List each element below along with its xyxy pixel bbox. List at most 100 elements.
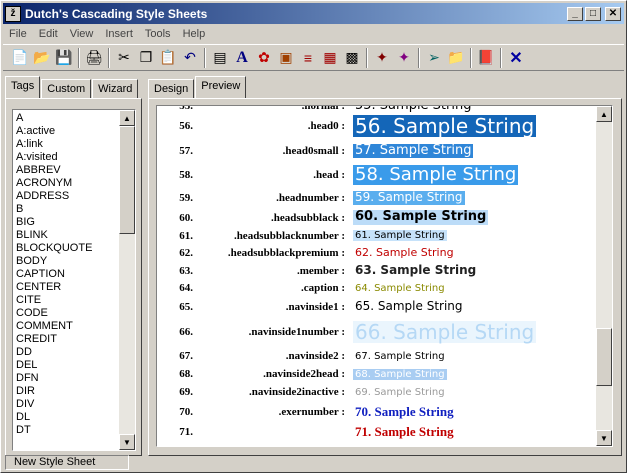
menu-view[interactable]: View: [64, 28, 100, 40]
undo-icon[interactable]: ↶: [179, 47, 201, 69]
list-item[interactable]: A:link: [15, 138, 119, 151]
row-number: 62.: [179, 247, 193, 259]
toolbar-separator: [470, 47, 472, 68]
tab-design[interactable]: Design: [148, 79, 195, 98]
list-item[interactable]: BLOCKQUOTE: [15, 242, 119, 255]
cut-icon[interactable]: ✂: [113, 47, 135, 69]
preview-row: 67. .navinside2 : 67. Sample String: [157, 347, 594, 365]
list-item[interactable]: DEL: [15, 359, 119, 372]
minimize-button[interactable]: _: [567, 6, 583, 21]
list-item[interactable]: B: [15, 203, 119, 216]
scroll-down-button[interactable]: ▼: [119, 434, 135, 450]
row-number: 55.: [179, 105, 193, 112]
scroll-up-button[interactable]: ▲: [119, 110, 135, 126]
paste-icon[interactable]: 📋: [157, 47, 179, 69]
list-item[interactable]: ADDRESS: [15, 190, 119, 203]
preview-row: 65. .navinside1 : 65. Sample String: [157, 297, 594, 317]
row-number: 60.: [179, 211, 193, 224]
list-item[interactable]: BIG: [15, 216, 119, 229]
scroll-thumb[interactable]: [596, 328, 612, 386]
list-item[interactable]: DD: [15, 346, 119, 359]
open-icon[interactable]: 📂: [31, 47, 53, 69]
preview-pane[interactable]: 55. .normal : 55. Sample String 56. .head0 :…: [156, 105, 613, 447]
scroll-down-button[interactable]: ▼: [596, 430, 612, 446]
list-item[interactable]: A: [15, 112, 119, 125]
list-item[interactable]: CREDIT: [15, 333, 119, 346]
sample-string: 67. Sample String: [355, 350, 445, 362]
sample-string: 57. Sample String: [353, 142, 474, 159]
list-item[interactable]: ACRONYM: [15, 177, 119, 190]
page-icon[interactable]: ▤: [209, 47, 231, 69]
list-item[interactable]: DT: [15, 424, 119, 437]
sample-string: 59. Sample String: [353, 190, 465, 205]
tab-preview[interactable]: Preview: [195, 76, 247, 98]
print-icon[interactable]: 🖨: [83, 47, 105, 69]
tab-custom[interactable]: Custom: [41, 79, 92, 98]
preview-row: 69. .navinside2inactive : 69. Sample Strin…: [157, 383, 594, 401]
font-icon[interactable]: A: [231, 47, 253, 69]
tab-wizard[interactable]: Wizard: [92, 79, 139, 98]
list-item[interactable]: BLINK: [15, 229, 119, 242]
position-icon[interactable]: ▩: [341, 47, 363, 69]
close-x-icon[interactable]: ✕: [505, 47, 527, 69]
menu-file[interactable]: File: [3, 28, 33, 40]
row-number: 64.: [179, 282, 193, 294]
box-icon[interactable]: ▣: [275, 47, 297, 69]
border-icon[interactable]: ▦: [319, 47, 341, 69]
link-icon[interactable]: ✦: [371, 47, 393, 69]
preview-row: 63. .member : 63. Sample String: [157, 262, 594, 279]
list-item[interactable]: BODY: [15, 255, 119, 268]
list-item[interactable]: CAPTION: [15, 268, 119, 281]
preview-tab-body: 55. .normal : 55. Sample String 56. .head0 :…: [148, 98, 622, 456]
color-icon[interactable]: ✿: [253, 47, 275, 69]
style-class-name: .head0 :: [307, 120, 345, 132]
scroll-thumb[interactable]: [119, 126, 135, 234]
row-number: 61.: [179, 229, 193, 242]
list-item[interactable]: DIR: [15, 385, 119, 398]
menu-insert[interactable]: Insert: [99, 28, 139, 40]
sample-string: 70. Sample String: [355, 403, 454, 419]
save-icon[interactable]: 💾: [53, 47, 75, 69]
list-item[interactable]: CENTER: [15, 281, 119, 294]
indent-icon[interactable]: ≡: [297, 47, 319, 69]
list-item[interactable]: DL: [15, 411, 119, 424]
link2-icon[interactable]: ✦: [393, 47, 415, 69]
cursor-icon[interactable]: ➢: [423, 47, 445, 69]
preview-row: 68. .navinside2head : 68. Sample String: [157, 365, 594, 383]
style-class-name: .headsubblackpremium :: [227, 247, 345, 259]
sample-string: 62. Sample String: [355, 245, 454, 259]
menu-tools[interactable]: Tools: [139, 28, 177, 40]
preview-scrollbar[interactable]: ▲ ▼: [596, 106, 612, 446]
copy-icon[interactable]: ❐: [135, 47, 157, 69]
list-item[interactable]: ABBREV: [15, 164, 119, 177]
row-number: 71.: [179, 426, 193, 438]
list-item[interactable]: CITE: [15, 294, 119, 307]
tag-list-scrollbar[interactable]: ▲ ▼: [119, 110, 135, 450]
sample-string: 58. Sample String: [353, 164, 519, 186]
new-icon[interactable]: 📄: [9, 47, 31, 69]
sample-string: 71. Sample String: [355, 423, 454, 439]
preview-row: 66. .navinside1number : 66. Sample String: [157, 317, 594, 347]
folder-icon[interactable]: 📁: [445, 47, 467, 69]
title-bar[interactable]: ž Dutch's Cascading Style Sheets _ □ ✕: [3, 3, 624, 24]
menu-help[interactable]: Help: [177, 28, 212, 40]
row-number: 67.: [179, 350, 193, 362]
tag-list[interactable]: A A:active A:link A:visited ABBREV ACRONYM ADD…: [12, 109, 136, 451]
list-item[interactable]: DIV: [15, 398, 119, 411]
list-item[interactable]: A:active: [15, 125, 119, 138]
sample-string: 64. Sample String: [355, 282, 445, 294]
preview-row: 60. .headsubblack : 60. Sample String: [157, 208, 594, 227]
list-item[interactable]: DFN: [15, 372, 119, 385]
style-class-name: .normal :: [301, 105, 345, 112]
book-icon[interactable]: 📕: [475, 47, 497, 69]
list-item[interactable]: COMMENT: [15, 320, 119, 333]
maximize-button[interactable]: □: [585, 6, 601, 21]
scroll-up-button[interactable]: ▲: [596, 106, 612, 122]
style-class-name: .navinside2 :: [285, 350, 345, 362]
tab-tags[interactable]: Tags: [5, 76, 41, 98]
list-item[interactable]: A:visited: [15, 151, 119, 164]
menu-edit[interactable]: Edit: [33, 28, 64, 40]
close-button[interactable]: ✕: [605, 6, 621, 21]
list-item[interactable]: CODE: [15, 307, 119, 320]
toolbar-separator: [366, 47, 368, 68]
